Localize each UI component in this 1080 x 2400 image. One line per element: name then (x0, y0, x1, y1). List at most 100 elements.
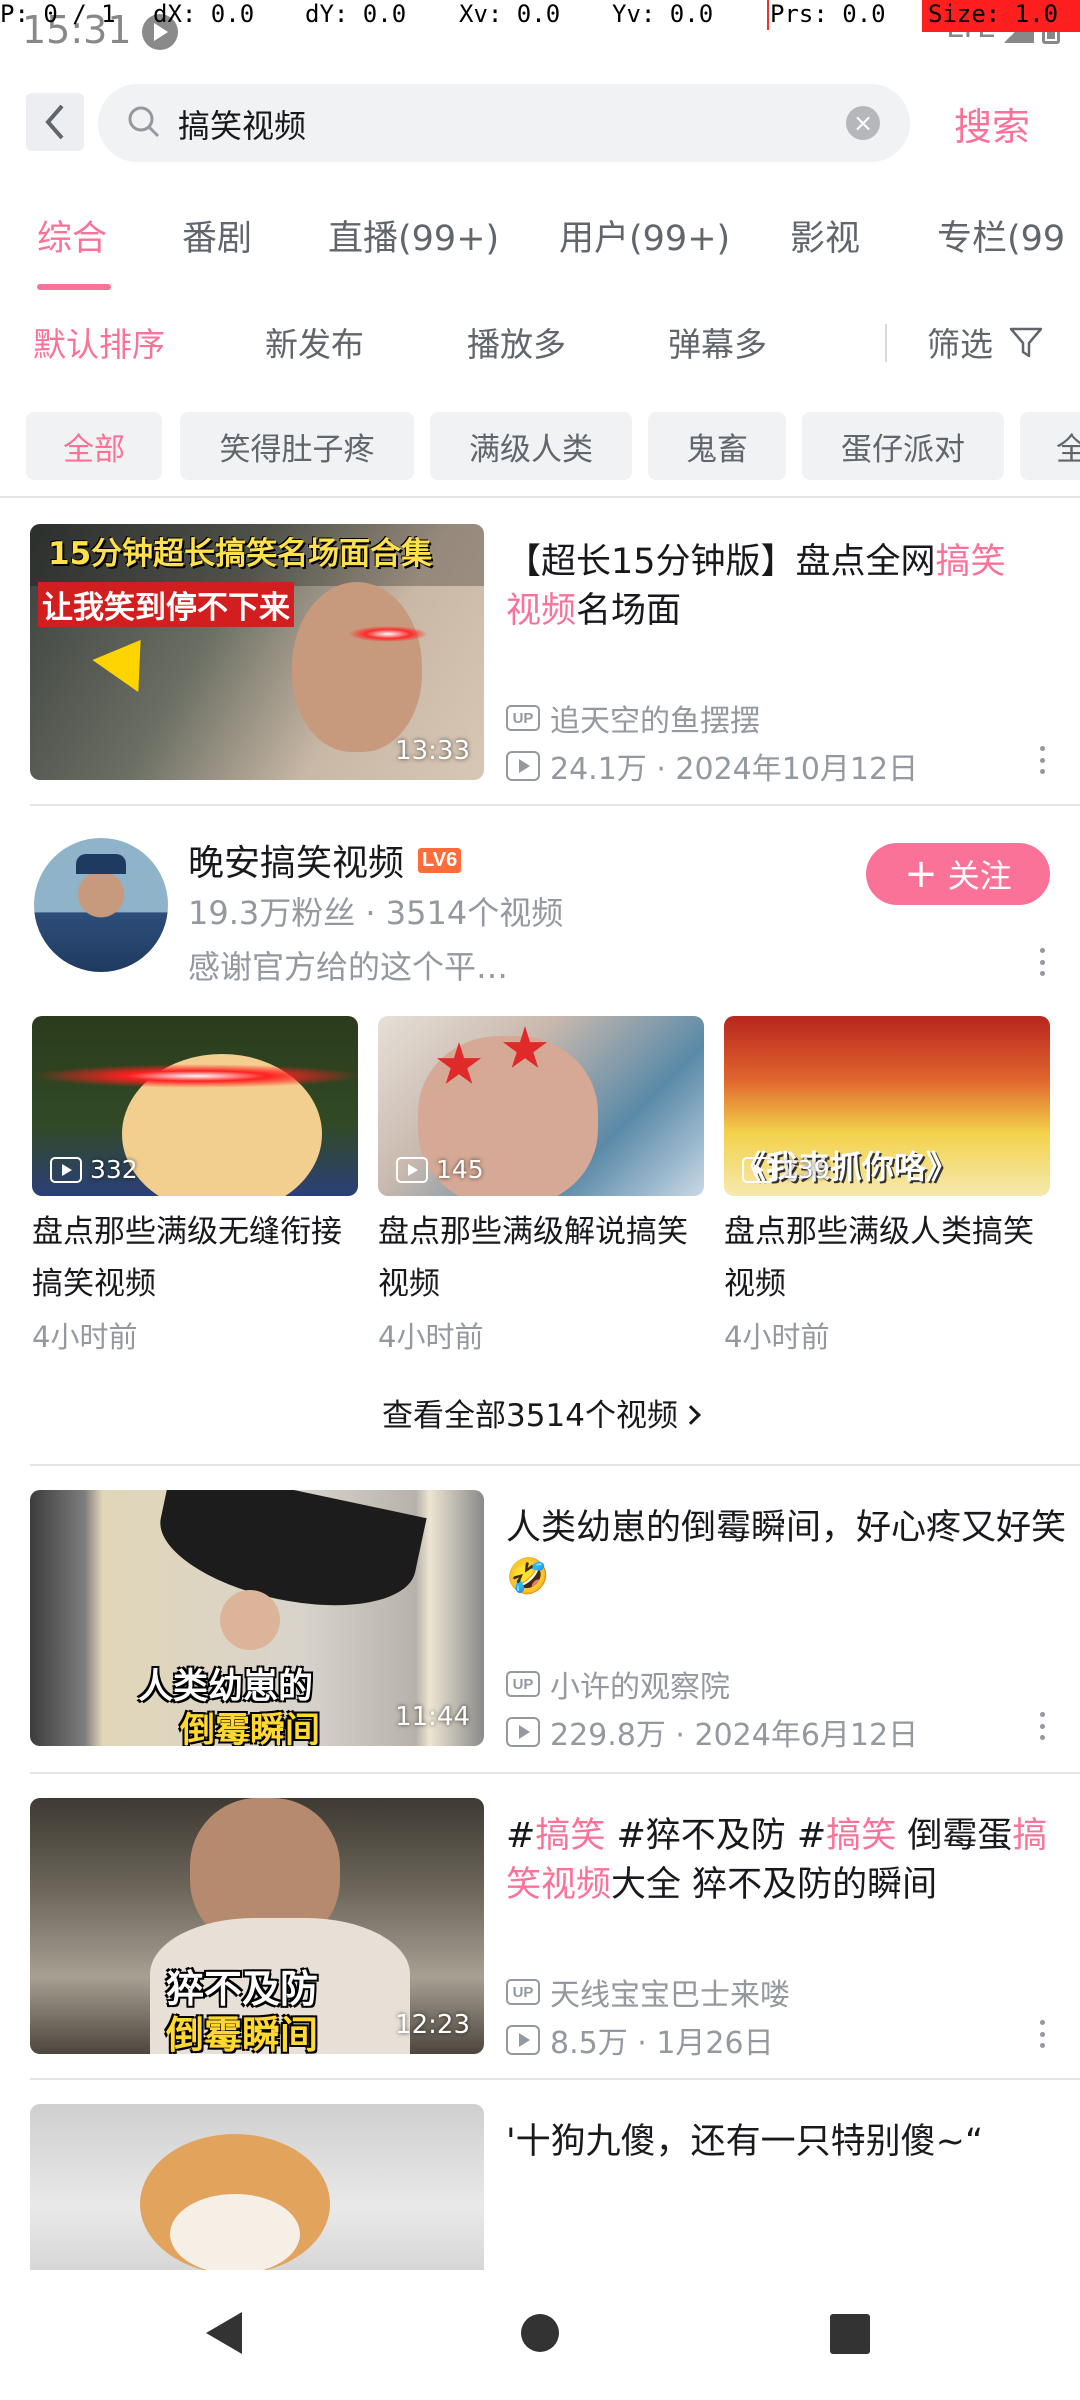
follow-button[interactable]: + 关注 (866, 843, 1050, 905)
video-thumbnail[interactable]: 《我来抓你咯》 139 (724, 1016, 1050, 1196)
video-uploader[interactable]: UP 天线宝宝巴士来喽 (506, 1970, 790, 2014)
search-input[interactable]: 搞笑视频 × (98, 84, 910, 162)
video-uploader[interactable]: UP 小许的观察院 (506, 1662, 730, 1706)
stats-text: 8.5万 · 1月26日 (550, 2026, 774, 2061)
nav-home-icon[interactable] (521, 2314, 559, 2352)
back-arrow-icon (45, 104, 64, 140)
video-card[interactable]: 人类幼崽的 倒霉瞬间 11:44 人类幼崽的倒霉瞬间，好心疼又好笑🤣 UP 小许… (30, 1490, 1080, 1753)
view-count: 332 (50, 1155, 138, 1184)
video-thumbnail[interactable]: 人类幼崽的 倒霉瞬间 11:44 (30, 1490, 484, 1746)
video-card[interactable]: 猝不及防 倒霉瞬间 12:23 #搞笑 #猝不及防 #搞笑 倒霉蛋搞笑视频大全 … (30, 1798, 1080, 2061)
user-video-item[interactable]: 145 盘点那些满级解说搞笑视频 4小时前 (378, 1016, 704, 1356)
user-video-item[interactable]: 《我来抓你咯》 139 盘点那些满级人类搞笑视频 4小时前 (724, 1016, 1050, 1356)
list-divider (30, 1464, 1080, 1466)
play-count-icon (506, 751, 540, 781)
nav-recent-apps-icon[interactable] (830, 2314, 870, 2354)
tab-bangumi[interactable]: 番剧 (182, 210, 252, 261)
video-title[interactable]: 盘点那些满级解说搞笑视频 (378, 1206, 704, 1310)
user-name[interactable]: 晚安搞笑视频 LV6 (188, 834, 462, 886)
video-duration: 11:44 (395, 1702, 470, 1732)
play-count-icon (506, 2025, 540, 2055)
video-title[interactable]: 【超长15分钟版】盘点全网搞笑 视频名场面 (506, 538, 1066, 636)
tab-articles[interactable]: 专栏(99 (937, 210, 1065, 261)
chevron-right-icon (681, 1405, 701, 1425)
thumbnail-dog-shape (170, 2194, 300, 2274)
tab-live[interactable]: 直播(99+) (328, 210, 499, 261)
header-divider (0, 496, 1080, 498)
play-icon (742, 1156, 774, 1183)
chip-eggy-party[interactable]: 蛋仔派对 (802, 412, 1004, 480)
video-thumbnail[interactable]: 145 (378, 1016, 704, 1196)
video-thumbnail[interactable]: 猝不及防 倒霉瞬间 12:23 (30, 1798, 484, 2054)
chip-laugh[interactable]: 笑得肚子疼 (180, 412, 414, 480)
nav-back-icon[interactable] (204, 2310, 244, 2356)
thumbnail-face-shape (292, 582, 422, 752)
system-nav-bar (0, 2270, 1080, 2400)
user-video-item[interactable]: 332 盘点那些满级无缝衔接搞笑视频 4小时前 (32, 1016, 358, 1356)
video-uploader[interactable]: UP 追天空的鱼摆摆 (506, 696, 760, 740)
list-divider (30, 804, 1080, 806)
up-icon: UP (506, 705, 540, 731)
result-tabs: 综合 番剧 直播(99+) 用户(99+) 影视 专栏(99 (0, 210, 1080, 290)
more-options-icon[interactable] (1040, 746, 1046, 774)
debug-pressure: Prs: 0.0 (770, 0, 886, 28)
video-card[interactable]: '十狗九傻，还有一只特别傻~“ (30, 2104, 1080, 2274)
thumbnail-caption: 倒霉瞬间 (166, 2013, 319, 2054)
view-count: 145 (396, 1155, 484, 1184)
thumbnail-caption: 倒霉瞬间 (180, 1711, 321, 1746)
tab-film[interactable]: 影视 (790, 210, 860, 261)
video-title[interactable]: 盘点那些满级人类搞笑视频 (724, 1206, 1050, 1310)
tab-overall[interactable]: 综合 (37, 210, 107, 261)
sort-most-danmaku[interactable]: 弹幕多 (668, 318, 767, 366)
up-icon: UP (506, 1979, 540, 2005)
sort-divider (885, 324, 887, 362)
sort-default[interactable]: 默认排序 (33, 318, 165, 366)
uploader-name: 追天空的鱼摆摆 (550, 704, 760, 739)
uploader-name: 天线宝宝巴士来喽 (550, 1978, 790, 2013)
sort-bar: 默认排序 新发布 播放多 弹幕多 筛选 (0, 318, 1080, 382)
more-options-icon[interactable] (1040, 1712, 1046, 1740)
plus-icon: + (904, 851, 938, 897)
stats-text: 229.8万 · 2024年6月12日 (550, 1718, 919, 1753)
clear-icon[interactable]: × (846, 106, 880, 140)
video-stats: 8.5万 · 1月26日 (506, 2018, 774, 2062)
tab-users[interactable]: 用户(99+) (559, 210, 730, 261)
video-title[interactable]: #搞笑 #猝不及防 #搞笑 倒霉蛋搞笑视频大全 猝不及防的瞬间 (506, 1812, 1066, 1910)
debug-yv: Yv: 0.0 (612, 0, 714, 28)
filter-icon[interactable] (1008, 324, 1044, 360)
chip-overflow[interactable]: 全 (1020, 412, 1080, 480)
chip-all[interactable]: 全部 (26, 412, 162, 480)
video-thumbnail[interactable]: 332 (32, 1016, 358, 1196)
chip-guichu[interactable]: 鬼畜 (648, 412, 786, 480)
chip-max-level-human[interactable]: 满级人类 (430, 412, 632, 480)
debug-dx: dX: 0.0 (153, 0, 255, 28)
video-title[interactable]: '十狗九傻，还有一只特别傻~“ (506, 2118, 1066, 2167)
more-options-icon[interactable] (1040, 2020, 1046, 2048)
sort-newest[interactable]: 新发布 (265, 318, 364, 366)
thumbnail-glow-shape (32, 1064, 358, 1088)
video-time: 4小时前 (724, 1320, 830, 1354)
uploader-name: 小许的观察院 (550, 1670, 730, 1705)
debug-size: Size: 1.0 (922, 0, 1080, 32)
video-thumbnail[interactable]: 15分钟超长搞笑名场面合集 让我笑到停不下来 13:33 (30, 524, 484, 780)
more-options-icon[interactable] (1040, 948, 1046, 976)
video-title[interactable]: 人类幼崽的倒霉瞬间，好心疼又好笑🤣 (506, 1504, 1066, 1602)
video-duration: 13:33 (395, 736, 470, 766)
pointer-debug-overlay: P: 0 / 1 dX: 0.0 dY: 0.0 Xv: 0.0 Yv: 0.0… (0, 0, 1080, 32)
thumbnail-caption: 15分钟超长搞笑名场面合集 (48, 536, 433, 572)
up-icon: UP (506, 1671, 540, 1697)
play-icon (396, 1156, 428, 1183)
video-title[interactable]: 盘点那些满级无缝衔接搞笑视频 (32, 1206, 358, 1310)
debug-xv: Xv: 0.0 (459, 0, 561, 28)
back-button[interactable] (26, 93, 84, 151)
sort-most-played[interactable]: 播放多 (467, 318, 566, 366)
video-card[interactable]: 15分钟超长搞笑名场面合集 让我笑到停不下来 13:33 【超长15分钟版】盘点… (30, 524, 1080, 787)
view-count: 139 (742, 1155, 830, 1184)
filter-button[interactable]: 筛选 (927, 318, 993, 366)
video-thumbnail[interactable] (30, 2104, 484, 2274)
search-button[interactable]: 搜索 (954, 96, 1030, 151)
user-description: 感谢官方给的这个平… (188, 948, 509, 986)
avatar[interactable] (34, 838, 168, 972)
view-all-videos-link[interactable]: 查看全部3514个视频 (0, 1390, 1080, 1435)
level-badge: LV6 (418, 847, 462, 873)
